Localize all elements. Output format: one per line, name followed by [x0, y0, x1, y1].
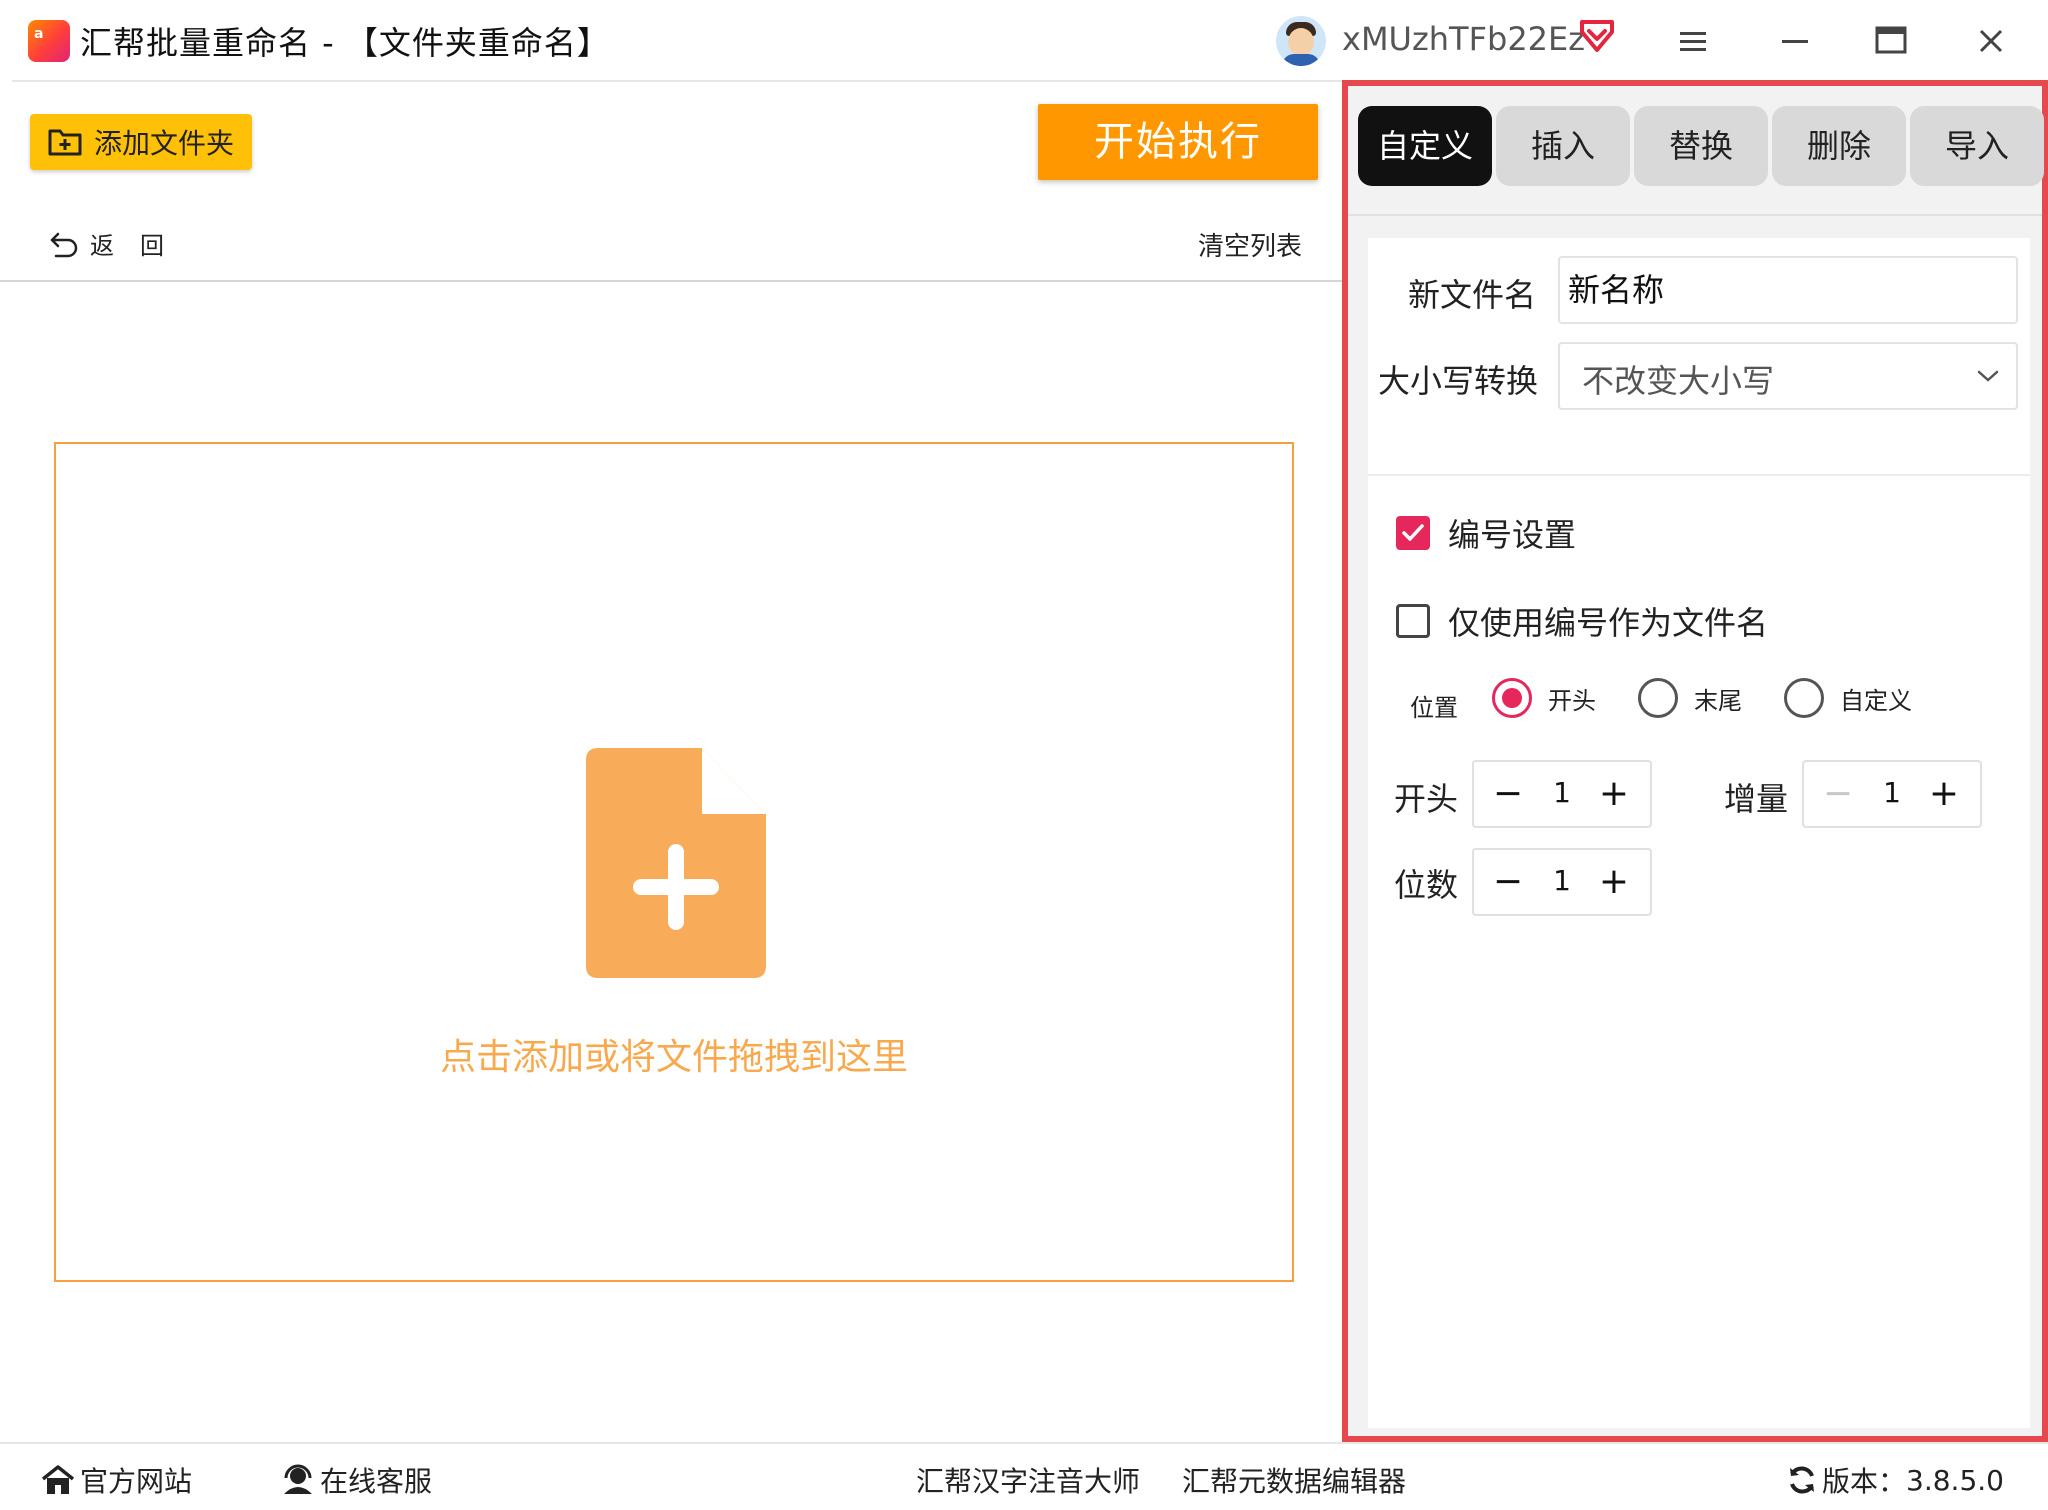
increment-stepper: − 1 +: [1802, 760, 1982, 828]
add-folder-button[interactable]: 添加文件夹: [30, 114, 252, 170]
divider: [0, 280, 1342, 282]
position-option-label: 末尾: [1694, 686, 1742, 715]
radio-selected-icon: [1492, 678, 1532, 718]
increment-button[interactable]: +: [1594, 772, 1634, 816]
window-title: 汇帮批量重命名 - 【文件夹重命名】: [80, 24, 610, 62]
close-icon[interactable]: [1966, 18, 2016, 64]
website-link[interactable]: 官方网站: [40, 1460, 192, 1500]
new-name-label: 新文件名: [1408, 276, 1537, 314]
start-value-label: 开头: [1394, 780, 1459, 818]
add-folder-label: 添加文件夹: [94, 127, 235, 160]
position-radio-end[interactable]: 末尾: [1638, 678, 1742, 718]
user-avatar[interactable]: [1276, 16, 1326, 66]
position-option-label: 自定义: [1840, 686, 1912, 715]
numbering-label: 编号设置: [1448, 516, 1577, 554]
chevron-down-icon: [1977, 370, 1999, 382]
footer: 官方网站 在线客服 汇帮汉字注音大师 汇帮元数据编辑器 版本： 3.8.5.0: [0, 1442, 2048, 1510]
pinyin-tool-link[interactable]: 汇帮汉字注音大师: [916, 1460, 1140, 1500]
file-add-icon: [586, 748, 766, 978]
checkbox-unchecked-icon: [1396, 604, 1430, 638]
digits-label: 位数: [1394, 866, 1459, 904]
refresh-icon: [1790, 1466, 1814, 1494]
digits-value[interactable]: 1: [1534, 864, 1590, 897]
radio-unselected-icon: [1638, 678, 1678, 718]
settings-card: 新文件名 新名称 大小写转换 不改变大小写 编号设置 仅使用编号作为文件名 位置: [1368, 238, 2030, 1428]
position-option-label: 开头: [1548, 686, 1596, 715]
position-radio-start[interactable]: 开头: [1492, 678, 1596, 718]
increment-button[interactable]: +: [1594, 860, 1634, 904]
increment-label: 增量: [1724, 780, 1789, 818]
numbering-checkbox[interactable]: 编号设置: [1396, 510, 1576, 556]
digits-stepper: − 1 +: [1472, 848, 1652, 916]
case-label: 大小写转换: [1378, 362, 1539, 400]
rename-tabs: 自定义 插入 替换 删除 导入: [1358, 106, 2044, 188]
only-number-label: 仅使用编号作为文件名: [1448, 604, 1769, 642]
username[interactable]: xMUzhTFb22Ez: [1342, 20, 1585, 58]
app-logo-icon: a: [28, 20, 70, 62]
drop-hint: 点击添加或将文件拖拽到这里: [439, 1037, 908, 1078]
title-bar: a 汇帮批量重命名 - 【文件夹重命名】 xMUzhTFb22Ez: [0, 0, 2048, 82]
file-drop-zone[interactable]: 点击添加或将文件拖拽到这里: [54, 442, 1294, 1282]
support-label: 在线客服: [320, 1465, 433, 1498]
radio-unselected-icon: [1784, 678, 1824, 718]
vip-diamond-icon[interactable]: [1578, 18, 1616, 54]
position-radio-custom[interactable]: 自定义: [1784, 678, 1912, 718]
tab-replace[interactable]: 替换: [1634, 106, 1768, 186]
new-name-input[interactable]: 新名称: [1558, 256, 2018, 324]
tab-import[interactable]: 导入: [1910, 106, 2044, 186]
divider: [1368, 474, 2030, 476]
back-button[interactable]: 返回: [48, 226, 190, 261]
rename-settings-panel: 自定义 插入 替换 删除 导入 新文件名 新名称 大小写转换 不改变大小写 编号…: [1342, 80, 2048, 1442]
maximize-icon[interactable]: [1866, 18, 1916, 64]
support-link[interactable]: 在线客服: [280, 1460, 432, 1500]
start-stepper: − 1 +: [1472, 760, 1652, 828]
start-value[interactable]: 1: [1534, 776, 1590, 809]
folder-add-icon: [48, 129, 82, 156]
position-label: 位置: [1410, 694, 1458, 722]
version-label: 版本：: [1822, 1465, 1907, 1498]
decrement-button[interactable]: −: [1488, 860, 1528, 904]
tab-delete[interactable]: 删除: [1772, 106, 1906, 186]
start-button[interactable]: 开始执行: [1038, 104, 1318, 180]
increment-button[interactable]: +: [1924, 772, 1964, 816]
menu-icon[interactable]: [1668, 18, 1718, 64]
version-value: 3.8.5.0: [1906, 1463, 2004, 1497]
case-select[interactable]: 不改变大小写: [1558, 342, 2018, 410]
minimize-icon[interactable]: [1770, 18, 1820, 64]
website-label: 官方网站: [80, 1465, 193, 1498]
tab-custom[interactable]: 自定义: [1358, 106, 1492, 186]
divider: [12, 80, 1342, 82]
back-label: 返回: [90, 232, 190, 260]
customer-service-icon: [284, 1464, 312, 1494]
divider: [1348, 214, 2042, 216]
checkbox-checked-icon: [1396, 516, 1430, 550]
home-icon: [41, 1465, 75, 1494]
metadata-tool-link[interactable]: 汇帮元数据编辑器: [1182, 1460, 1406, 1500]
tab-insert[interactable]: 插入: [1496, 106, 1630, 186]
undo-arrow-icon: [50, 232, 78, 257]
decrement-button[interactable]: −: [1818, 772, 1858, 816]
clear-list-button[interactable]: 清空列表: [1198, 226, 1302, 263]
version-info[interactable]: 版本： 3.8.5.0: [1786, 1460, 2004, 1500]
only-number-checkbox[interactable]: 仅使用编号作为文件名: [1396, 598, 1768, 644]
increment-value[interactable]: 1: [1864, 776, 1920, 809]
case-select-value: 不改变大小写: [1582, 362, 1775, 400]
decrement-button[interactable]: −: [1488, 772, 1528, 816]
